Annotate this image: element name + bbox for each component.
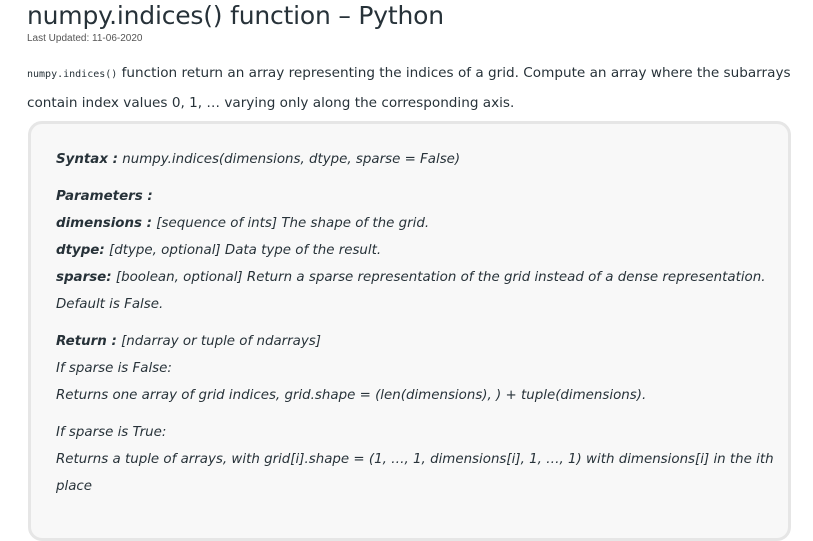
return-line: Return : [ndarray or tuple of ndarrays] bbox=[56, 328, 786, 355]
return-false-desc: Returns one array of grid indices, grid.… bbox=[56, 388, 647, 403]
param-name: dimensions : bbox=[56, 216, 153, 231]
syntax-box-content: Syntax : numpy.indices(dimensions, dtype… bbox=[56, 146, 786, 500]
param-dimensions: dimensions : [sequence of ints] The shap… bbox=[56, 210, 786, 237]
return-false-case: If sparse is False: bbox=[56, 361, 172, 376]
article: numpy.indices() function – Python Last U… bbox=[27, 0, 805, 541]
param-name: dtype: bbox=[56, 243, 105, 258]
parameters-label: Parameters : bbox=[56, 189, 153, 204]
last-updated: Last Updated: 11-06-2020 bbox=[27, 33, 143, 44]
intro-text: function return an array representing th… bbox=[27, 65, 791, 111]
return-true-desc: Returns a tuple of arrays, with grid[i].… bbox=[56, 452, 774, 494]
param-desc: [boolean, optional] Return a sparse repr… bbox=[56, 270, 766, 312]
syntax-value: numpy.indices(dimensions, dtype, sparse … bbox=[118, 152, 461, 167]
return-value: [ndarray or tuple of ndarrays] bbox=[116, 334, 322, 349]
param-name: sparse: bbox=[56, 270, 112, 285]
return-label: Return : bbox=[56, 334, 117, 349]
return-true-case: If sparse is True: bbox=[56, 425, 167, 440]
syntax-box: Syntax : numpy.indices(dimensions, dtype… bbox=[28, 121, 791, 541]
param-sparse: sparse: [boolean, optional] Return a spa… bbox=[56, 264, 786, 318]
syntax-label: Syntax : bbox=[56, 152, 118, 167]
page-title: numpy.indices() function – Python bbox=[27, 1, 444, 30]
param-desc: [sequence of ints] The shape of the grid… bbox=[152, 216, 430, 231]
inline-code: numpy.indices() bbox=[27, 69, 118, 80]
param-desc: [dtype, optional] Data type of the resul… bbox=[104, 243, 382, 258]
parameters-heading: Parameters : bbox=[56, 183, 786, 210]
param-dtype: dtype: [dtype, optional] Data type of th… bbox=[56, 237, 786, 264]
intro-paragraph: numpy.indices() function return an array… bbox=[27, 59, 802, 117]
syntax-line: Syntax : numpy.indices(dimensions, dtype… bbox=[56, 146, 786, 173]
